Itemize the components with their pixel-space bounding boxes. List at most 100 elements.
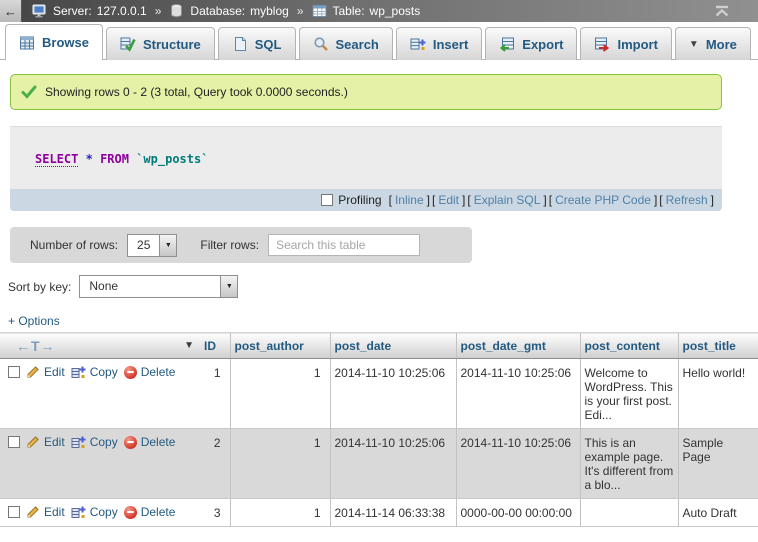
cell-post-title: Hello world! (678, 359, 758, 429)
cell-post-content (580, 499, 678, 527)
cell-post-author: 1 (230, 359, 330, 429)
database-label: Database: (190, 4, 245, 18)
delete-label: Delete (141, 435, 176, 449)
breadcrumb-separator: » (297, 4, 304, 18)
tab-label: Browse (42, 35, 89, 50)
table-row: Edit Copy Delete 2 1 2014-11-10 10:25:06… (0, 429, 758, 499)
sql-query-box: SELECT * FROM `wp_posts` Profiling [ Inl… (10, 126, 722, 211)
sql-keyword-select[interactable]: SELECT (35, 152, 78, 167)
server-link[interactable]: 127.0.0.1 (97, 4, 147, 18)
delete-icon (124, 366, 137, 379)
cell-id: 1 (200, 359, 230, 429)
tab-label: Export (522, 37, 563, 52)
cell-post-title: Sample Page (678, 429, 758, 499)
query-options-bar: Profiling [ Inline ] [ Edit ] [ Explain … (10, 189, 722, 211)
insert-icon (410, 36, 426, 52)
delete-label: Delete (141, 365, 176, 379)
tab-browse[interactable]: Browse (5, 24, 103, 60)
breadcrumb-separator: » (155, 4, 162, 18)
structure-icon (120, 36, 136, 52)
delete-row-link[interactable]: Delete (124, 435, 176, 449)
column-visibility-arrows[interactable]: ←T→ (16, 338, 56, 354)
sort-by-key-select[interactable]: None ▼ (79, 275, 238, 298)
table-link[interactable]: wp_posts (370, 4, 421, 18)
number-of-rows-label: Number of rows: (30, 238, 118, 252)
import-icon (594, 36, 610, 52)
delete-row-link[interactable]: Delete (124, 505, 176, 519)
sql-keyword-from: FROM (100, 152, 129, 166)
number-of-rows-select[interactable]: 25 ▼ (127, 234, 177, 257)
edit-label: Edit (44, 435, 65, 449)
copy-row-link[interactable]: Copy (71, 505, 118, 519)
edit-query-link[interactable]: Edit (438, 193, 459, 207)
delete-label: Delete (141, 505, 176, 519)
column-header-post-content[interactable]: post_content (580, 333, 678, 359)
refresh-link[interactable]: Refresh (666, 193, 708, 207)
inline-link[interactable]: Inline (395, 193, 424, 207)
database-icon (169, 3, 185, 19)
browse-icon (19, 35, 35, 51)
create-php-code-link[interactable]: Create PHP Code (555, 193, 651, 207)
column-header-post-date[interactable]: post_date (330, 333, 456, 359)
header-row: ←T→ ▼ ID post_author post_date post_date… (0, 333, 758, 359)
filter-rows-input[interactable] (268, 234, 420, 256)
tab-bar: Browse Structure SQL Search Insert Expor… (0, 22, 758, 60)
tab-import[interactable]: Import (580, 27, 671, 60)
cell-id: 3 (200, 499, 230, 527)
collapse-toolbar-button[interactable] (714, 5, 730, 17)
sort-order-icon[interactable]: ▼ (184, 340, 194, 351)
edit-label: Edit (44, 365, 65, 379)
edit-pencil-icon (26, 435, 40, 449)
row-checkbox[interactable] (8, 506, 20, 518)
collapse-icon (714, 5, 730, 17)
tab-search[interactable]: Search (299, 27, 393, 60)
column-header-post-author[interactable]: post_author (230, 333, 330, 359)
tab-insert[interactable]: Insert (396, 27, 482, 60)
column-header-id[interactable]: ID (200, 333, 230, 359)
bracket: ] (427, 193, 430, 207)
edit-row-link[interactable]: Edit (26, 435, 65, 449)
cell-post-author: 1 (230, 499, 330, 527)
edit-pencil-icon (26, 505, 40, 519)
tab-sql[interactable]: SQL (218, 27, 296, 60)
column-header-post-title[interactable]: post_title (678, 333, 758, 359)
options-toggle-link[interactable]: + Options (8, 314, 60, 328)
success-message-text: Showing rows 0 - 2 (3 total, Query took … (45, 85, 348, 99)
tab-label: More (706, 37, 737, 52)
row-checkbox[interactable] (8, 436, 20, 448)
cell-post-date-gmt: 2014-11-10 10:25:06 (456, 429, 580, 499)
chevron-down-icon: ▼ (226, 283, 233, 290)
cell-post-date-gmt: 2014-11-10 10:25:06 (456, 359, 580, 429)
bracket: [ (389, 193, 392, 207)
explain-sql-link[interactable]: Explain SQL (474, 193, 541, 207)
edit-row-link[interactable]: Edit (26, 505, 65, 519)
copy-row-link[interactable]: Copy (71, 365, 118, 379)
tab-export[interactable]: Export (485, 27, 577, 60)
cell-post-date: 2014-11-10 10:25:06 (330, 359, 456, 429)
bracket: [ (467, 193, 470, 207)
breadcrumb: Server: 127.0.0.1 » Database: myblog » T… (32, 3, 420, 19)
results-table: ←T→ ▼ ID post_author post_date post_date… (0, 332, 758, 527)
tab-more[interactable]: ▼ More (675, 27, 751, 60)
database-link[interactable]: myblog (250, 4, 289, 18)
sort-row: Sort by key: None ▼ (8, 275, 758, 298)
row-checkbox[interactable] (8, 366, 20, 378)
back-arrow-icon: ← (4, 4, 17, 19)
column-header-post-date-gmt[interactable]: post_date_gmt (456, 333, 580, 359)
tab-label: Insert (433, 37, 468, 52)
edit-row-link[interactable]: Edit (26, 365, 65, 379)
profiling-checkbox[interactable] (321, 194, 333, 206)
delete-row-link[interactable]: Delete (124, 365, 176, 379)
copy-row-link[interactable]: Copy (71, 435, 118, 449)
bracket: [ (549, 193, 552, 207)
chevron-down-icon: ▼ (165, 242, 172, 249)
cell-post-author: 1 (230, 429, 330, 499)
check-icon (21, 84, 37, 100)
bracket: [ (659, 193, 662, 207)
edit-pencil-icon (26, 365, 40, 379)
back-button[interactable]: ← (0, 0, 22, 22)
profiling-label: Profiling (338, 193, 381, 207)
table-row: Edit Copy Delete 1 1 2014-11-10 10:25:06… (0, 359, 758, 429)
breadcrumb-bar: ← Server: 127.0.0.1 » Database: myblog »… (0, 0, 758, 22)
tab-structure[interactable]: Structure (106, 27, 215, 60)
